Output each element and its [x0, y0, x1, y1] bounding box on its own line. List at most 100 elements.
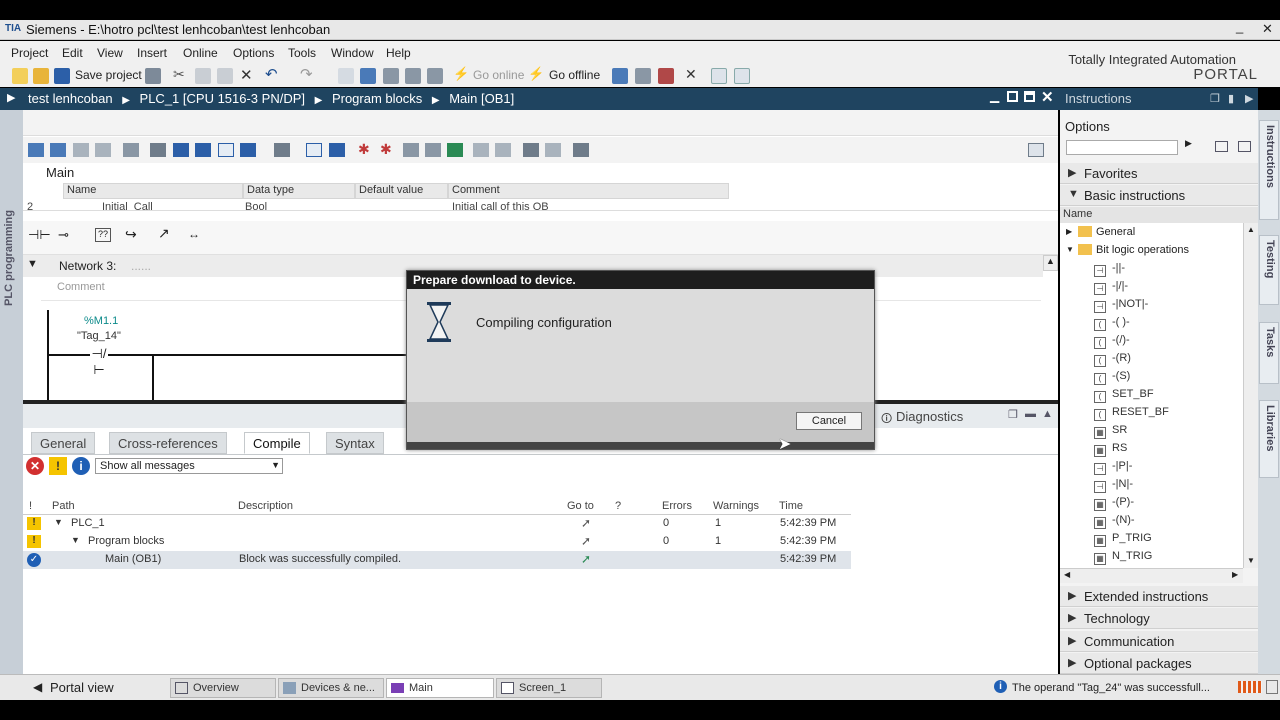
- instruction-item[interactable]: (-(R): [1094, 352, 1131, 369]
- scroll-left-icon[interactable]: ◀: [1064, 570, 1070, 579]
- instruction-item[interactable]: ⊣ -|/|-: [1094, 280, 1128, 297]
- bookmark-icon[interactable]: [545, 143, 561, 157]
- scroll-right-icon[interactable]: ▶: [1232, 570, 1238, 579]
- no-contact-icon[interactable]: ⊣⊢: [28, 227, 51, 243]
- network-title[interactable]: ......: [131, 259, 151, 273]
- section-extended-instructions[interactable]: ▶ Extended instructions: [1060, 586, 1258, 607]
- cross-icon[interactable]: ✕: [685, 66, 697, 83]
- menu-insert[interactable]: Insert: [137, 46, 167, 60]
- indent-icon[interactable]: [473, 143, 489, 157]
- save-icon[interactable]: [54, 68, 70, 84]
- instruction-item[interactable]: ▦ P_TRIG: [1094, 532, 1152, 549]
- breadcrumb-program-blocks[interactable]: Program blocks: [332, 91, 422, 106]
- open-branch-icon[interactable]: ↪: [125, 226, 137, 243]
- instruction-item[interactable]: ⊣ -|NOT|-: [1094, 298, 1148, 315]
- expand-icon[interactable]: ▼: [54, 517, 63, 527]
- interface-toggle-icon[interactable]: [1028, 143, 1044, 157]
- coil-icon[interactable]: ⊸: [58, 227, 69, 243]
- error-filter-icon[interactable]: ✕: [26, 457, 44, 475]
- section-basic-instructions[interactable]: ▼ Basic instructions: [1060, 185, 1258, 206]
- close-window-button[interactable]: ✕: [1262, 21, 1273, 37]
- tree-hscrollbar[interactable]: ◀ ▶: [1060, 568, 1243, 583]
- maximize-editor-icon[interactable]: [1024, 91, 1035, 102]
- contact-tag[interactable]: "Tag_14": [77, 330, 121, 342]
- task-devices[interactable]: Devices & ne...: [278, 678, 384, 698]
- close-branch-icon[interactable]: ↗: [158, 225, 170, 242]
- instruction-item[interactable]: ▦ -(N)-: [1094, 514, 1135, 531]
- instruction-item[interactable]: ▦ -(P)-: [1094, 496, 1134, 513]
- stop-cpu-icon[interactable]: [658, 68, 674, 84]
- tab-compile[interactable]: Compile: [244, 432, 310, 454]
- chevron-down-icon[interactable]: ▼: [1066, 245, 1074, 254]
- goto-icon[interactable]: ➚: [581, 516, 591, 530]
- breadcrumb-main[interactable]: Main [OB1]: [449, 91, 514, 106]
- message-filter-select[interactable]: Show all messages ▼: [95, 458, 283, 474]
- simulation-icon[interactable]: [427, 68, 443, 84]
- paste-icon[interactable]: [217, 68, 233, 84]
- instruction-item[interactable]: ⊣ -||-: [1094, 262, 1125, 279]
- go-offline-icon[interactable]: ⚡: [528, 66, 544, 82]
- undo-icon[interactable]: ↶: [265, 65, 278, 83]
- interface-row[interactable]: 2 Initial_Call Bool Initial call of this…: [23, 199, 1058, 211]
- comments-toggle-icon[interactable]: [218, 143, 234, 157]
- split-vertical-icon[interactable]: [734, 68, 750, 84]
- menu-options[interactable]: Options: [233, 46, 274, 60]
- collapse-panel-icon[interactable]: ▶: [1245, 92, 1253, 105]
- info-filter-icon[interactable]: i: [72, 457, 90, 475]
- cut-icon[interactable]: ✂: [173, 66, 185, 83]
- prev-error-icon[interactable]: ✱: [358, 141, 370, 158]
- status-message[interactable]: The operand "Tag_24" was successfull...: [1012, 682, 1210, 694]
- open-all-networks-icon[interactable]: [150, 143, 166, 157]
- instruction-item[interactable]: (-(S): [1094, 370, 1130, 387]
- menu-edit[interactable]: Edit: [62, 46, 83, 60]
- task-screen[interactable]: Screen_1: [496, 678, 602, 698]
- maximize-inspector-icon[interactable]: ▲: [1042, 408, 1053, 420]
- compare-icon[interactable]: [425, 143, 441, 157]
- split-editor-icon[interactable]: [338, 68, 354, 84]
- connect-icon[interactable]: ↔: [188, 227, 200, 241]
- tree-scrollbar[interactable]: ▲ ▼: [1243, 223, 1258, 568]
- menu-online[interactable]: Online: [183, 46, 218, 60]
- zoom-icon[interactable]: [274, 143, 290, 157]
- scroll-up-icon[interactable]: ▲: [1043, 255, 1058, 271]
- instruction-item[interactable]: ▦ N_TRIG: [1094, 550, 1152, 567]
- tag-info-icon[interactable]: [329, 143, 345, 157]
- network-comment[interactable]: Comment: [57, 281, 105, 293]
- portal-view-icon[interactable]: ◀: [33, 680, 42, 694]
- section-technology[interactable]: ▶ Technology: [1060, 608, 1258, 629]
- expand-icon[interactable]: ▼: [71, 535, 80, 545]
- reset-start-values-icon[interactable]: [123, 143, 139, 157]
- tab-tasks[interactable]: Tasks: [1259, 322, 1279, 384]
- portal-view-button[interactable]: Portal view: [50, 680, 114, 695]
- go-offline-button[interactable]: Go offline: [549, 68, 600, 82]
- search-arrow-icon[interactable]: ▶: [1185, 138, 1192, 149]
- breakpoint-icon[interactable]: [573, 143, 589, 157]
- minimize-button[interactable]: _: [1236, 19, 1243, 34]
- compile-icon[interactable]: [360, 68, 376, 84]
- tab-instructions[interactable]: Instructions: [1259, 120, 1279, 220]
- absolute-operands-icon[interactable]: [240, 143, 256, 157]
- goto-icon[interactable]: ➚: [581, 552, 591, 566]
- collapse-navigation-icon[interactable]: ▶: [7, 91, 15, 104]
- menu-help[interactable]: Help: [386, 46, 411, 60]
- new-project-icon[interactable]: [12, 68, 28, 84]
- tab-cross-references[interactable]: Cross-references: [109, 432, 227, 454]
- minimize-inspector-icon[interactable]: ▬: [1025, 408, 1036, 420]
- go-online-icon[interactable]: ⚡: [453, 66, 469, 82]
- warning-filter-icon[interactable]: !: [49, 457, 67, 475]
- favorites-bar-icon[interactable]: [195, 143, 211, 157]
- nc-contact-icon[interactable]: ⊣/⊢: [90, 346, 108, 377]
- menu-project[interactable]: Project: [11, 46, 48, 60]
- update-calls-icon[interactable]: [403, 143, 419, 157]
- close-all-networks-icon[interactable]: [173, 143, 189, 157]
- tree-folder-bit-logic[interactable]: Bit logic operations: [1096, 244, 1189, 256]
- instruction-item[interactable]: ⊣ -|P|-: [1094, 460, 1132, 477]
- task-overview[interactable]: Overview: [170, 678, 276, 698]
- float-inspector-icon[interactable]: ❐: [1008, 408, 1018, 421]
- redo-icon[interactable]: ↷: [300, 65, 313, 83]
- save-project-button[interactable]: Save project: [75, 68, 142, 82]
- breadcrumb-project[interactable]: test lenhcoban: [28, 91, 113, 106]
- tab-testing[interactable]: Testing: [1259, 235, 1279, 305]
- next-error-icon[interactable]: ✱: [380, 141, 392, 158]
- tree-folder-general[interactable]: General: [1096, 226, 1135, 238]
